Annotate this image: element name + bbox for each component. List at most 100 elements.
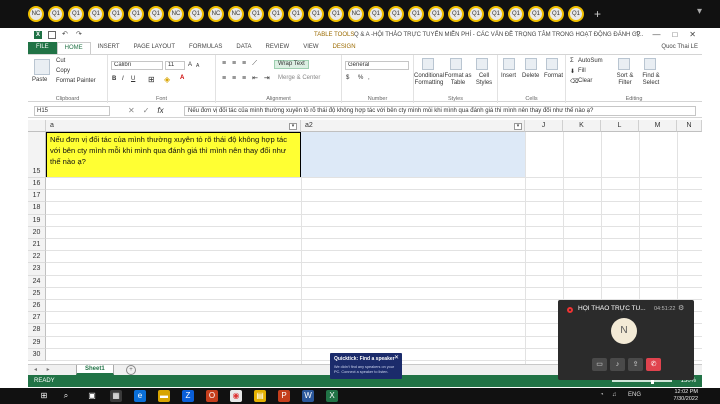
undo-icon[interactable]: ↶ bbox=[62, 31, 70, 39]
function-icon[interactable]: fx bbox=[157, 106, 163, 116]
row-header[interactable]: 20 bbox=[28, 226, 46, 239]
browser-tab[interactable]: Q1 bbox=[248, 6, 264, 22]
sticky-notes-icon[interactable]: ▤ bbox=[254, 390, 266, 402]
italic-button[interactable]: I bbox=[122, 76, 124, 82]
widgets-icon[interactable]: ▦ bbox=[110, 390, 122, 402]
browser-tab[interactable]: Q1 bbox=[428, 6, 444, 22]
share-screen-icon[interactable]: ⇪ bbox=[628, 358, 643, 371]
formula-input[interactable]: Nếu đơn vị đối tác của mình thường xuyên… bbox=[184, 106, 696, 116]
row-header[interactable]: 27 bbox=[28, 312, 46, 325]
task-view-icon[interactable]: ▣ bbox=[86, 390, 98, 402]
borders-icon[interactable]: ⊞ bbox=[148, 75, 155, 84]
cell-a15-selected[interactable]: Nếu đơn vị đối tác của mình thường xuyên… bbox=[46, 132, 301, 178]
format-painter-button[interactable]: Format Painter bbox=[56, 78, 96, 84]
autosum-icon[interactable]: Σ bbox=[570, 58, 574, 64]
browser-tab[interactable]: Q1 bbox=[368, 6, 384, 22]
notification-toast[interactable]: Quicktick: Find a speaker We didn't find… bbox=[330, 353, 402, 379]
zoom-app-icon[interactable]: Z bbox=[182, 390, 194, 402]
browser-tab[interactable]: Q1 bbox=[328, 6, 344, 22]
fill-color-icon[interactable]: ◈ bbox=[164, 75, 170, 84]
column-header-m[interactable]: M bbox=[639, 120, 677, 132]
clock[interactable]: 12:02 PM 7/30/2022 bbox=[674, 389, 698, 403]
name-box[interactable]: H15 bbox=[34, 106, 110, 116]
cell-styles-button[interactable]: Cell Styles bbox=[472, 73, 496, 87]
cancel-icon[interactable]: ✕ bbox=[128, 106, 135, 116]
meeting-mini-window[interactable]: HỘI THẢO TRỰC TU... 04:51:22 ⚙ N ▭ ♪ ⇪ ✆ bbox=[558, 300, 694, 380]
tab-page-layout[interactable]: PAGE LAYOUT bbox=[127, 42, 182, 54]
cell-b15[interactable] bbox=[301, 132, 525, 178]
row-header[interactable]: 19 bbox=[28, 214, 46, 227]
column-header-n[interactable]: N bbox=[677, 120, 702, 132]
signed-in-user[interactable]: Quoc Thai LE bbox=[661, 44, 698, 50]
browser-tab[interactable]: Q1 bbox=[408, 6, 424, 22]
close-button[interactable]: ✕ bbox=[689, 30, 696, 39]
volume-icon[interactable]: ♫ bbox=[612, 392, 617, 398]
justify-icons[interactable]: ≡ ≡ ≡ ⇤ ⇥ bbox=[222, 74, 272, 82]
font-size-dropdown[interactable]: 11 bbox=[165, 61, 185, 70]
browser-tab[interactable]: NC bbox=[28, 6, 44, 22]
browser-tab[interactable]: NC bbox=[348, 6, 364, 22]
tab-design[interactable]: DESIGN bbox=[326, 42, 363, 54]
microphone-icon[interactable]: ♪ bbox=[610, 358, 625, 371]
browser-tab[interactable]: Q1 bbox=[48, 6, 64, 22]
browser-tab[interactable]: Q1 bbox=[88, 6, 104, 22]
powerpoint-icon[interactable]: P bbox=[278, 390, 290, 402]
column-header-l[interactable]: L bbox=[601, 120, 639, 132]
underline-button[interactable]: U bbox=[131, 76, 135, 82]
filter-dropdown-icon[interactable]: ▾ bbox=[514, 123, 522, 130]
browser-tab[interactable]: Q1 bbox=[188, 6, 204, 22]
browser-tab[interactable]: Q1 bbox=[568, 6, 584, 22]
browser-tab[interactable]: Q1 bbox=[148, 6, 164, 22]
format-as-table-icon[interactable] bbox=[450, 58, 462, 70]
meeting-settings-icon[interactable]: ⚙ bbox=[678, 304, 684, 312]
camera-icon[interactable]: ▭ bbox=[592, 358, 607, 371]
bold-button[interactable]: B bbox=[112, 76, 116, 82]
comma-button[interactable]: , bbox=[368, 75, 370, 81]
browser-tab[interactable]: NC bbox=[228, 6, 244, 22]
network-icon[interactable]: ◔ bbox=[600, 392, 604, 398]
row-header[interactable]: 16 bbox=[28, 178, 46, 191]
column-header-a2[interactable]: a2 ▾ bbox=[301, 120, 525, 132]
tab-view[interactable]: VIEW bbox=[296, 42, 325, 54]
row-header[interactable]: 29 bbox=[28, 336, 46, 349]
insert-cells-button[interactable]: Insert bbox=[501, 73, 516, 79]
browser-tab[interactable]: Q1 bbox=[288, 6, 304, 22]
save-icon[interactable] bbox=[48, 31, 56, 39]
enter-icon[interactable]: ✓ bbox=[143, 106, 150, 116]
edge-icon[interactable]: e bbox=[134, 390, 146, 402]
browser-tab[interactable]: Q1 bbox=[128, 6, 144, 22]
sheet-nav-arrows[interactable]: ◂ ▸ bbox=[34, 366, 54, 373]
row-header[interactable]: 25 bbox=[28, 287, 46, 300]
format-cells-icon[interactable] bbox=[546, 58, 558, 70]
browser-tab[interactable]: Q1 bbox=[268, 6, 284, 22]
cell-styles-icon[interactable] bbox=[476, 58, 488, 70]
browser-tab[interactable]: NC bbox=[168, 6, 184, 22]
fill-button[interactable]: Fill bbox=[578, 68, 586, 74]
grow-font-button[interactable]: A bbox=[188, 62, 192, 68]
percent-button[interactable]: % bbox=[358, 75, 363, 81]
find-select-button[interactable]: Find & Select bbox=[638, 73, 664, 87]
conditional-formatting-button[interactable]: Conditional Formatting bbox=[414, 73, 444, 87]
browser-tab[interactable]: Q1 bbox=[548, 6, 564, 22]
search-icon[interactable]: ⌕ bbox=[60, 390, 72, 402]
format-as-table-button[interactable]: Format as Table bbox=[444, 73, 472, 87]
insert-cells-icon[interactable] bbox=[503, 58, 515, 70]
format-cells-button[interactable]: Format bbox=[544, 73, 563, 79]
sort-filter-icon[interactable] bbox=[618, 58, 630, 70]
paste-icon[interactable] bbox=[34, 59, 50, 75]
filter-dropdown-icon[interactable]: ▾ bbox=[289, 123, 297, 130]
tab-data[interactable]: DATA bbox=[229, 42, 258, 54]
wrap-text-button[interactable]: Wrap Text bbox=[274, 60, 309, 69]
browser-tab[interactable]: Q1 bbox=[308, 6, 324, 22]
currency-button[interactable]: $ bbox=[346, 75, 349, 81]
row-header[interactable]: 23 bbox=[28, 263, 46, 276]
tab-file[interactable]: FILE bbox=[28, 42, 57, 54]
chrome-icon[interactable]: ◉ bbox=[230, 390, 242, 402]
row-header[interactable]: 22 bbox=[28, 251, 46, 264]
help-button[interactable]: ? bbox=[636, 30, 640, 39]
new-tab-button[interactable]: + bbox=[594, 7, 601, 21]
browser-tab[interactable]: NC bbox=[208, 6, 224, 22]
browser-tab[interactable]: Q1 bbox=[468, 6, 484, 22]
column-header-k[interactable]: K bbox=[563, 120, 601, 132]
merge-center-button[interactable]: Merge & Center bbox=[278, 75, 320, 81]
